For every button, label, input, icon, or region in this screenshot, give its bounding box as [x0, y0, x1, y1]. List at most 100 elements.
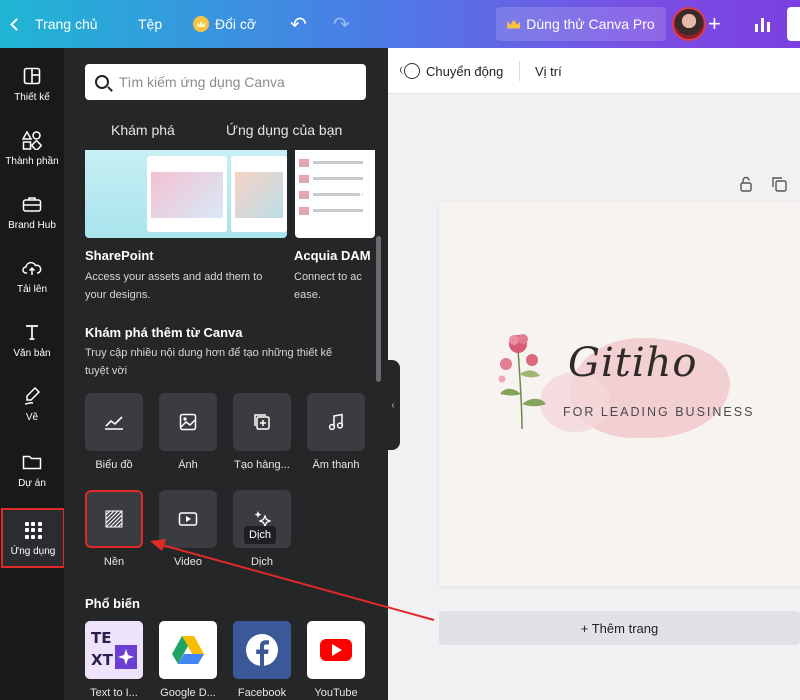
sharepoint-title: SharePoint	[85, 248, 154, 263]
chevron-left-icon	[10, 17, 23, 31]
collapse-panel-button[interactable]: ‹	[386, 360, 400, 450]
rail-item-apps[interactable]: Ứng dụng	[1, 508, 65, 568]
chevron-right-icon[interactable]: ›	[358, 186, 363, 204]
app-label: Biểu đồ	[95, 459, 133, 471]
rail-item-uploads[interactable]: Tải lên	[0, 246, 64, 306]
rail-item-projects[interactable]: Dự án	[0, 440, 64, 500]
apps-panel: Tìm kiếm ứng dụng Canva Khám phá Ứng dụn…	[64, 48, 388, 700]
app-label: Video	[174, 556, 202, 568]
position-label: Vị trí	[535, 63, 562, 79]
add-collaborator-button[interactable]: +	[708, 0, 721, 48]
app-label: Dịch	[250, 556, 273, 568]
app-label: Ảnh	[178, 459, 198, 471]
sharepoint-desc: Access your assets and add them to your …	[85, 271, 263, 301]
try-pro-label: Dùng thử Canva Pro	[526, 16, 655, 32]
batch-create-icon	[254, 414, 270, 430]
plus-icon: +	[708, 11, 721, 36]
animation-icon	[400, 63, 420, 79]
app-text-to-image[interactable]: TE XT	[85, 621, 143, 679]
rail-item-elements[interactable]: Thành phần	[0, 118, 64, 178]
chevron-left-icon: ‹	[391, 399, 395, 411]
youtube-icon	[320, 639, 352, 661]
folder-icon	[21, 451, 43, 473]
app-bulk-create[interactable]	[233, 393, 291, 451]
rail-item-design[interactable]: Thiết kế	[0, 54, 64, 114]
try-pro-button[interactable]: Dùng thử Canva Pro	[496, 7, 666, 41]
app-charts[interactable]	[85, 393, 143, 451]
preview-image	[147, 156, 227, 232]
app-label: Nền	[103, 556, 125, 568]
rail-label: Thành phần	[5, 156, 59, 167]
layout-icon	[21, 65, 43, 87]
app-youtube[interactable]	[307, 621, 365, 679]
app-google-drive[interactable]	[159, 621, 217, 679]
svg-text:TE: TE	[91, 629, 111, 647]
svg-text:XT: XT	[91, 651, 114, 669]
rail-label: Vẽ	[25, 412, 39, 423]
app-facebook[interactable]	[233, 621, 291, 679]
preview-image	[231, 156, 287, 232]
bar-chart-icon	[754, 24, 758, 32]
explore-desc: Truy cập nhiều nội dung hơn để tạo những…	[85, 347, 333, 377]
redo-button[interactable]: ↷	[333, 0, 350, 48]
facebook-icon	[246, 634, 278, 666]
add-page-button[interactable]: + Thêm trang	[439, 611, 800, 645]
animate-button[interactable]: Chuyển động	[400, 48, 504, 94]
search-icon	[95, 75, 109, 89]
cloud-upload-icon	[21, 257, 43, 279]
flower-illustration	[498, 334, 546, 430]
tooltip: Dịch	[244, 526, 277, 544]
home-button[interactable]: Trang chủ	[10, 0, 98, 48]
rail-item-text[interactable]: Văn bản	[0, 310, 64, 370]
tab-discover[interactable]: Khám phá	[111, 122, 175, 152]
app-backgrounds[interactable]	[85, 490, 143, 548]
app-label: Tạo hàng...	[234, 459, 290, 471]
undo-button[interactable]: ↶	[290, 0, 307, 48]
rail-label: Ứng dụng	[10, 546, 56, 557]
duplicate-page-button[interactable]	[771, 176, 787, 195]
rail-label: Thiết kế	[14, 92, 50, 103]
app-label: Âm thanh	[312, 459, 360, 471]
bar-chart-icon-bar	[760, 18, 764, 32]
panel-scrollbar[interactable]	[376, 236, 381, 382]
redo-icon: ↷	[333, 13, 350, 36]
share-button[interactable]	[787, 7, 800, 41]
app-label: Facebook	[237, 687, 287, 699]
explore-title: Khám phá thêm từ Canva	[85, 325, 243, 340]
app-label: Google D...	[160, 687, 216, 699]
logo-script-text: Gitiho	[568, 340, 698, 386]
rail-item-draw[interactable]: Vẽ	[0, 374, 64, 434]
resize-button[interactable]: Đổi cỡ	[193, 0, 256, 48]
shapes-icon	[21, 129, 43, 151]
app-photos[interactable]	[159, 393, 217, 451]
chevron-right-icon[interactable]: ›	[356, 652, 361, 670]
pen-icon	[21, 385, 43, 407]
file-menu-button[interactable]: Tệp	[138, 0, 162, 48]
bar-chart-icon-bar	[766, 22, 770, 32]
lock-page-button[interactable]	[739, 176, 753, 195]
insights-button[interactable]	[743, 6, 781, 42]
tab-your-apps[interactable]: Ứng dụng của bạn	[226, 122, 342, 152]
search-input[interactable]: Tìm kiếm ứng dụng Canva	[85, 64, 366, 100]
duplicate-icon	[772, 177, 787, 192]
app-label: Text to I...	[90, 687, 138, 699]
logo-tagline: FOR LEADING BUSINESS	[563, 405, 755, 419]
home-label: Trang chủ	[35, 16, 98, 32]
rail-item-brand-hub[interactable]: Brand Hub	[0, 182, 64, 242]
app-audio[interactable]	[307, 393, 365, 451]
resize-label: Đổi cỡ	[215, 16, 257, 32]
file-label: Tệp	[138, 16, 163, 32]
background-pattern-icon	[105, 510, 123, 528]
position-button[interactable]: Vị trí	[535, 48, 562, 94]
apps-grid-icon	[22, 519, 44, 541]
animate-label: Chuyển động	[426, 63, 504, 79]
toolbar-divider	[519, 61, 520, 81]
popular-title: Phổ biến	[85, 596, 140, 611]
acquia-desc: Connect to ac ease.	[294, 271, 362, 301]
briefcase-icon	[21, 193, 43, 215]
app-video[interactable]	[159, 490, 217, 548]
avatar[interactable]	[672, 7, 706, 41]
text-to-image-icon: TE XT	[85, 621, 143, 679]
app-label: YouTube	[314, 687, 358, 699]
sharepoint-card[interactable]	[85, 150, 287, 238]
